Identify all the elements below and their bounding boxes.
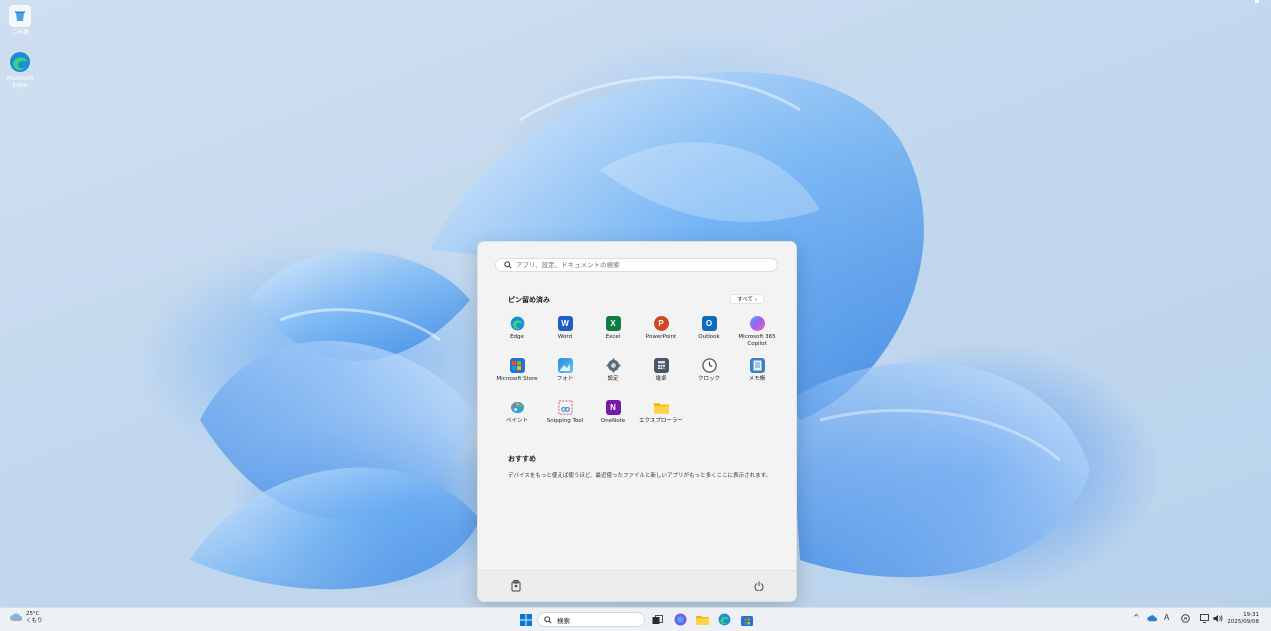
recommended-title: おすすめ <box>508 455 536 463</box>
app-label: PowerPoint <box>645 334 677 340</box>
start-footer <box>478 570 796 601</box>
pinned-app-file-explorer[interactable]: エクスプローラー <box>637 398 685 438</box>
settings-icon <box>605 358 621 373</box>
edge-icon <box>718 613 731 626</box>
photos-icon <box>557 358 573 373</box>
network-icon[interactable] <box>1200 614 1210 625</box>
pinned-title: ピン留め済み <box>508 296 550 304</box>
task-view-button[interactable] <box>651 613 664 626</box>
desktop-icon-label: ごみ箱 <box>10 29 29 36</box>
snipping-tool-icon <box>557 400 573 415</box>
start-menu: ピン留め済み すべて › Edge W Word X Excel P Power… <box>477 241 797 602</box>
start-search-input[interactable] <box>516 261 756 269</box>
all-apps-button[interactable]: すべて › <box>730 294 764 304</box>
start-button[interactable] <box>519 613 532 626</box>
recommended-text: デバイスをもっと使えば使うほど、最近使ったファイルと新しいアプリがもっと多くここ… <box>508 473 772 479</box>
edge-icon <box>9 51 31 73</box>
start-search-box[interactable] <box>495 258 778 272</box>
weather-temp: 25°C <box>26 611 40 617</box>
search-icon <box>504 261 512 269</box>
pinned-app-outlook[interactable]: O Outlook <box>685 314 733 354</box>
copilot-icon <box>674 613 687 626</box>
app-label: OneNote <box>600 418 626 424</box>
app-label: Word <box>557 334 573 340</box>
excel-icon: X <box>605 316 621 331</box>
pinned-app-notepad[interactable]: メモ帳 <box>733 356 781 396</box>
pinned-app-word[interactable]: W Word <box>541 314 589 354</box>
taskbar-copilot[interactable] <box>674 613 687 626</box>
corner-indicator <box>1255 0 1259 3</box>
pinned-app-clock[interactable]: クロック <box>685 356 733 396</box>
taskbar: 25°C くもり 検索 ^ A 19:31 2025/09/08 <box>0 607 1271 631</box>
app-label: フォト <box>556 376 574 382</box>
app-label: メモ帳 <box>748 376 766 382</box>
taskbar-search[interactable]: 検索 <box>537 612 645 627</box>
weather-condition: くもり <box>26 618 43 624</box>
word-icon: W <box>557 316 573 331</box>
onenote-icon: N <box>605 400 621 415</box>
pinned-app-settings[interactable]: 設定 <box>589 356 637 396</box>
powerpoint-icon: P <box>653 316 669 331</box>
pinned-app-paint[interactable]: ペイント <box>493 398 541 438</box>
taskbar-search-label: 検索 <box>557 616 570 625</box>
cloud-icon <box>10 613 22 621</box>
pinned-app-onenote[interactable]: N OneNote <box>589 398 637 438</box>
clock-time: 19:31 <box>1243 612 1259 618</box>
calculator-icon <box>653 358 669 373</box>
store-icon <box>740 615 753 626</box>
app-label: Excel <box>605 334 621 340</box>
pinned-app-copilot[interactable]: Microsoft 365 Copilot <box>733 314 781 354</box>
app-label: Microsoft Store <box>496 376 538 382</box>
pinned-app-edge[interactable]: Edge <box>493 314 541 354</box>
app-label: エクスプローラー <box>639 418 683 424</box>
pinned-app-microsoft-store[interactable]: Microsoft Store <box>493 356 541 396</box>
clock-icon <box>701 358 717 373</box>
power-icon[interactable] <box>754 581 764 592</box>
desktop-recycle-bin[interactable]: ごみ箱 <box>0 5 40 36</box>
desktop-icon-label: Microsoft Edge <box>6 75 34 89</box>
pinned-app-calculator[interactable]: 電卓 <box>637 356 685 396</box>
app-label: Microsoft 365 Copilot <box>738 334 776 347</box>
copilot-icon <box>749 316 765 331</box>
app-label: Snipping Tool <box>546 418 584 424</box>
pinned-app-snipping-tool[interactable]: Snipping Tool <box>541 398 589 438</box>
weather-widget[interactable]: 25°C くもり <box>10 611 43 625</box>
paint-icon <box>510 400 525 415</box>
pinned-app-photos[interactable]: フォト <box>541 356 589 396</box>
recycle-bin-icon <box>9 5 31 27</box>
task-view-icon <box>652 614 663 624</box>
onedrive-icon[interactable] <box>1147 615 1158 624</box>
search-icon <box>544 615 552 624</box>
clock-date: 2025/09/08 <box>1227 619 1259 625</box>
desktop-microsoft-edge[interactable]: Microsoft Edge <box>0 51 40 89</box>
file-explorer-icon <box>653 400 669 415</box>
windows-logo-icon <box>519 613 532 626</box>
app-label: 設定 <box>607 376 619 382</box>
taskbar-clock[interactable]: 19:31 2025/09/08 <box>1227 612 1259 626</box>
file-explorer-icon <box>696 615 709 625</box>
volume-icon[interactable] <box>1213 614 1223 625</box>
store-icon <box>509 358 525 373</box>
pinned-app-excel[interactable]: X Excel <box>589 314 637 354</box>
app-label: Outlook <box>698 334 720 340</box>
app-label: 電卓 <box>655 376 667 382</box>
chevron-up-icon[interactable]: ^ <box>1133 613 1140 622</box>
user-account-icon[interactable] <box>511 580 521 592</box>
app-label: ペイント <box>505 418 528 424</box>
taskbar-edge[interactable] <box>718 613 731 626</box>
ime-indicator[interactable]: A <box>1164 613 1169 622</box>
pinned-app-powerpoint[interactable]: P PowerPoint <box>637 314 685 354</box>
app-label: クロック <box>697 376 720 382</box>
outlook-icon: O <box>701 316 717 331</box>
taskbar-microsoft-store[interactable] <box>740 613 753 626</box>
ime-mode-icon[interactable] <box>1181 614 1190 625</box>
app-label: Edge <box>510 334 524 340</box>
taskbar-file-explorer[interactable] <box>696 613 709 626</box>
edge-icon <box>510 316 525 331</box>
notepad-icon <box>749 358 765 373</box>
